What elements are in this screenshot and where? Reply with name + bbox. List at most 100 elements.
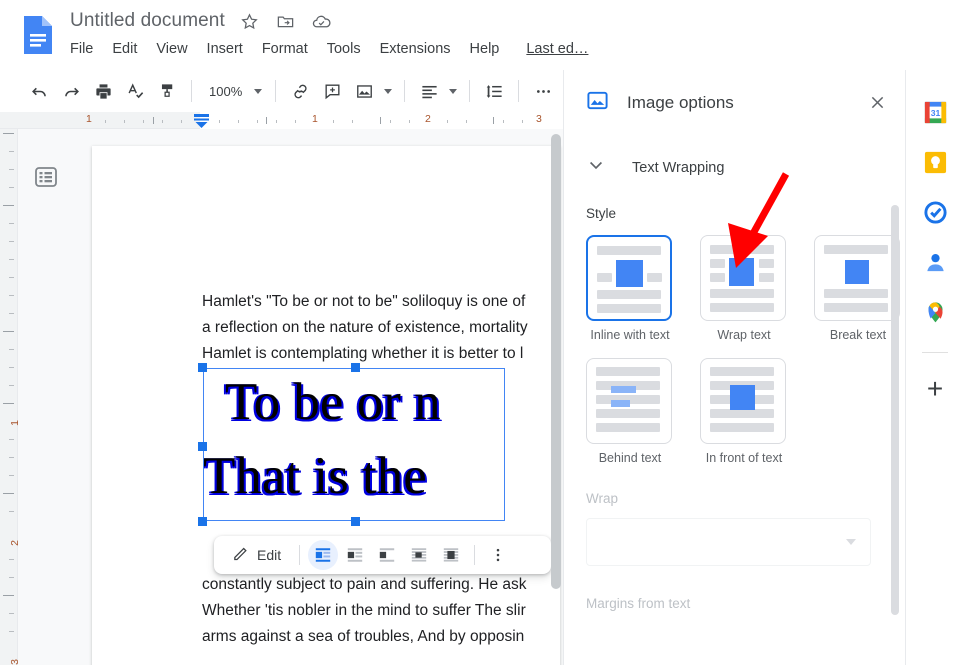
- wrap-select[interactable]: [586, 518, 871, 566]
- line-spacing-icon[interactable]: [479, 76, 509, 106]
- paint-format-icon[interactable]: [152, 76, 182, 106]
- add-app-button[interactable]: +: [921, 375, 949, 403]
- panel-body: Text Wrapping Style Inline with text Wra…: [564, 135, 906, 665]
- rail-divider: [922, 352, 948, 353]
- toolbar-divider: [404, 80, 406, 102]
- menu-format[interactable]: Format: [262, 41, 308, 57]
- break-text-icon: [814, 235, 900, 321]
- title-row: Untitled document: [70, 10, 333, 32]
- image-options-panel: Image options Text Wrapping Style Inline…: [563, 70, 906, 665]
- chevron-down-icon: [254, 88, 263, 94]
- style-option-label: Behind text: [598, 451, 662, 465]
- chevron-down-icon: [449, 88, 458, 94]
- style-option-inline-with-text[interactable]: Inline with text: [586, 235, 686, 342]
- resize-handle-middle-left[interactable]: [198, 442, 207, 451]
- redo-button[interactable]: [56, 76, 86, 106]
- cloud-saved-icon[interactable]: [311, 10, 333, 32]
- menu-tools[interactable]: Tools: [327, 41, 361, 57]
- document-paragraph[interactable]: constantly subject to pain and suffering…: [202, 572, 577, 650]
- print-button[interactable]: [88, 76, 118, 106]
- wrap-text-icon: [700, 235, 786, 321]
- style-option-behind-text[interactable]: Behind text: [586, 358, 686, 465]
- menu-edit[interactable]: Edit: [112, 41, 137, 57]
- image-selection-border: [203, 368, 505, 521]
- align-left-icon[interactable]: [414, 76, 444, 106]
- move-to-folder-icon[interactable]: [275, 10, 297, 32]
- insert-image-button[interactable]: [349, 76, 379, 106]
- wrapping-style-grid: Inline with text Wrap text Break text Be…: [564, 221, 906, 465]
- toolbar-divider: [469, 80, 471, 102]
- toolbar-divider: [474, 545, 476, 565]
- image-options-icon: [586, 89, 609, 117]
- image-floating-toolbar: Edit: [214, 536, 551, 574]
- google-calendar-icon[interactable]: 31: [921, 98, 949, 126]
- star-icon[interactable]: [239, 10, 261, 32]
- ruler-number: 1: [312, 113, 318, 125]
- chevron-down-icon: [384, 88, 393, 94]
- chevron-down-icon: [846, 539, 856, 545]
- behind-text-icon: [586, 358, 672, 444]
- document-title[interactable]: Untitled document: [70, 10, 225, 32]
- undo-button[interactable]: [24, 76, 54, 106]
- style-option-label: Break text: [829, 328, 887, 342]
- resize-handle-top-left[interactable]: [198, 363, 207, 372]
- menu-insert[interactable]: Insert: [207, 41, 243, 57]
- google-contacts-icon[interactable]: [921, 248, 949, 276]
- insert-link-button[interactable]: [285, 76, 315, 106]
- break-text-button[interactable]: [372, 540, 402, 570]
- panel-header: Image options: [564, 70, 906, 135]
- image-dropdown[interactable]: [381, 76, 395, 106]
- spellcheck-icon[interactable]: [120, 76, 150, 106]
- toolbar-divider: [518, 80, 520, 102]
- menu-extensions[interactable]: Extensions: [380, 41, 451, 57]
- toolbar-divider: [191, 80, 192, 102]
- wrap-text-button[interactable]: [340, 540, 370, 570]
- document-outline-icon[interactable]: [33, 164, 59, 190]
- panel-scrollbar[interactable]: [891, 205, 899, 615]
- align-dropdown[interactable]: [446, 76, 460, 106]
- style-option-label: Wrap text: [717, 328, 771, 342]
- ruler-number: 2: [425, 113, 431, 125]
- document-scrollbar[interactable]: [551, 134, 561, 589]
- more-vertical-icon[interactable]: [483, 540, 513, 570]
- zoom-selector[interactable]: 100%: [201, 77, 266, 105]
- close-icon[interactable]: [862, 88, 892, 118]
- style-label: Style: [586, 206, 617, 221]
- vertical-ruler[interactable]: 1 2 3: [0, 129, 21, 665]
- app-header: Untitled document File Edit View Insert …: [0, 0, 964, 70]
- menu-view[interactable]: View: [156, 41, 187, 57]
- behind-text-button[interactable]: [404, 540, 434, 570]
- section-label: Text Wrapping: [632, 159, 725, 176]
- style-option-wrap-text[interactable]: Wrap text: [700, 235, 800, 342]
- resize-handle-bottom-center[interactable]: [351, 517, 360, 526]
- menu-help[interactable]: Help: [470, 41, 500, 57]
- style-option-label: Inline with text: [590, 328, 670, 342]
- last-edit-link[interactable]: Last ed…: [526, 41, 588, 57]
- google-maps-icon[interactable]: [921, 298, 949, 326]
- more-horizontal-icon[interactable]: [528, 76, 558, 106]
- toolbar-divider: [275, 80, 277, 102]
- zoom-value: 100%: [209, 83, 243, 99]
- indent-marker[interactable]: [194, 113, 209, 128]
- google-docs-window: Untitled document File Edit View Insert …: [0, 0, 964, 665]
- resize-handle-top-center[interactable]: [351, 363, 360, 372]
- svg-text:31: 31: [930, 107, 940, 117]
- style-option-in-front-of-text[interactable]: In front of text: [700, 358, 800, 465]
- edit-image-label: Edit: [257, 547, 282, 563]
- google-keep-icon[interactable]: [921, 148, 949, 176]
- horizontal-ruler[interactable]: 1 1 2 3: [0, 112, 560, 129]
- edit-image-button[interactable]: Edit: [222, 540, 291, 570]
- menu-file[interactable]: File: [70, 41, 93, 57]
- menu-bar: File Edit View Insert Format Tools Exten…: [70, 41, 588, 57]
- wrap-inline-button[interactable]: [308, 540, 339, 570]
- add-comment-button[interactable]: [317, 76, 347, 106]
- google-tasks-icon[interactable]: [921, 198, 949, 226]
- ruler-number: 1: [86, 113, 92, 125]
- style-option-label: In front of text: [705, 451, 783, 465]
- inline-with-text-icon: [586, 235, 672, 321]
- resize-handle-bottom-left[interactable]: [198, 517, 207, 526]
- google-docs-logo-icon[interactable]: [18, 14, 58, 56]
- selected-image[interactable]: To be or n That is the: [198, 363, 505, 526]
- text-wrapping-section-header[interactable]: Text Wrapping: [564, 135, 906, 180]
- in-front-of-text-button[interactable]: [436, 540, 466, 570]
